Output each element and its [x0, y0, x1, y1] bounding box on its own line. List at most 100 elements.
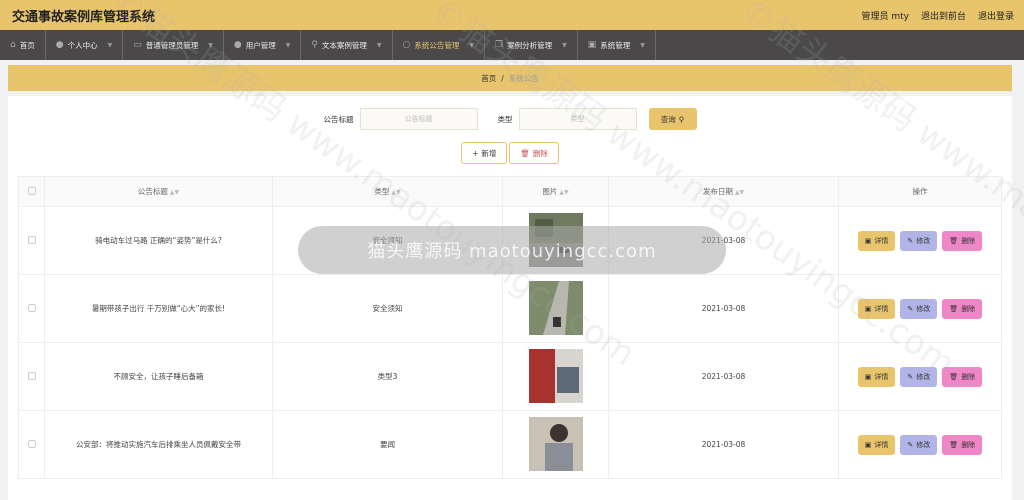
search-bar: 公告标题 公告标题 类型 类型 查询 ⚲ — [8, 108, 1012, 130]
delete-label: 删除 — [532, 148, 548, 158]
add-label: 新增 — [481, 148, 497, 158]
nav-label: 用户管理 — [245, 40, 276, 50]
delete-button[interactable]: 🗑 删除 — [942, 230, 983, 251]
trash-icon: 🗑 — [949, 304, 959, 313]
trash-icon: 🗑 — [520, 148, 530, 158]
action-bar: + 新增 🗑 删除 — [8, 142, 1012, 164]
table-row: 暑期带孩子出行 千万别做“心大”的家长! 安全须知 2021-03-08 ▣ 详情… — [18, 274, 1002, 343]
delete-button[interactable]: 🗑 删除 — [942, 434, 983, 455]
nav-personal[interactable]: ● 个人中心 ▼ — [46, 30, 124, 60]
column-header[interactable]: 类型 ▲▼ — [272, 176, 503, 207]
nav-label: 系统管理 — [600, 40, 631, 50]
type-search-input[interactable]: 类型 — [518, 108, 637, 130]
row-type: 安全须知 — [272, 274, 503, 343]
clock-icon: ○ — [402, 40, 411, 50]
user-icon: ● — [233, 40, 242, 50]
content-panel: 公告标题 公告标题 类型 类型 查询 ⚲ + 新增 🗑 删除 公告标题 ▲▼ 类型 ▲▼ … — [8, 96, 1012, 500]
table-row: 不顾安全，让孩子睡后备箱 类型3 2021-03-08 ▣ 详情 ✎ 修改 🗑 删除 — [18, 342, 1002, 411]
search-icon: ⚲ — [678, 114, 685, 124]
breadcrumb-current: 系统公告 — [508, 73, 539, 83]
chat-icon: ▭ — [133, 40, 142, 50]
column-header[interactable]: 发布日期 ▲▼ — [608, 176, 839, 207]
title-search-input[interactable]: 公告标题 — [359, 108, 478, 130]
row-checkbox[interactable] — [27, 235, 36, 244]
row-checkbox[interactable] — [27, 439, 36, 448]
main-nav: ⌂ 首页 ● 个人中心 ▼ ▭ 普通管理员管理 ▼ ● 用户管理 ▼ ⚲ 文本案例管理 ▼ ○ 系统… — [0, 30, 1024, 60]
row-title: 不顾安全，让孩子睡后备箱 — [44, 342, 273, 411]
trash-icon: 🗑 — [949, 236, 959, 245]
nav-case-analysis[interactable]: ❐ 案例分析管理 ▼ — [485, 30, 578, 60]
chevron-down-icon: ▼ — [208, 41, 213, 49]
nav-admins[interactable]: ▭ 普通管理员管理 ▼ — [123, 30, 224, 60]
logout-link[interactable]: 退出登录 — [978, 9, 1014, 22]
nav-system[interactable]: ▣ 系统管理 ▼ — [578, 30, 656, 60]
select-all-cell — [18, 176, 45, 207]
detail-button[interactable]: ▣ 详情 — [857, 230, 896, 251]
top-header: 交通事故案例库管理系统 管理员 mty 退出到前台 退出登录 — [0, 0, 1024, 30]
edit-button[interactable]: ✎ 修改 — [900, 230, 938, 251]
row-image — [528, 416, 583, 471]
front-link[interactable]: 退出到前台 — [921, 9, 966, 22]
announcement-table: 公告标题 ▲▼ 类型 ▲▼ 图片 ▲▼ 发布日期 ▲▼ 操作 骑电动车过马路 正确的“姿… — [18, 176, 1002, 479]
pin-icon: ⚲ — [311, 40, 318, 50]
sort-icon: ▲▼ — [169, 189, 180, 196]
sort-icon: ▲▼ — [391, 189, 401, 196]
nav-home[interactable]: ⌂ 首页 — [0, 30, 46, 60]
plus-icon: + — [472, 148, 479, 158]
edit-button[interactable]: ✎ 修改 — [900, 434, 938, 455]
nav-label: 首页 — [19, 40, 35, 50]
nav-label: 普通管理员管理 — [145, 40, 199, 50]
row-date: 2021-03-08 — [608, 274, 839, 343]
detail-button[interactable]: ▣ 详情 — [857, 366, 896, 387]
nav-users[interactable]: ● 用户管理 ▼ — [224, 30, 302, 60]
breadcrumb-separator: / — [501, 73, 504, 83]
row-image — [528, 348, 583, 403]
delete-button[interactable]: 🗑 删除 — [942, 298, 983, 319]
query-button[interactable]: 查询 ⚲ — [648, 108, 697, 130]
row-title: 骑电动车过马路 正确的“姿势”是什么? — [44, 206, 273, 275]
nav-label: 文本案例管理 — [321, 40, 367, 50]
row-date: 2021-03-08 — [608, 410, 839, 479]
nav-announcements[interactable]: ○ 系统公告管理 ▼ — [393, 30, 486, 60]
nav-text-cases[interactable]: ⚲ 文本案例管理 ▼ — [301, 30, 393, 60]
row-checkbox[interactable] — [27, 371, 36, 380]
chevron-down-icon: ▼ — [376, 41, 382, 49]
trash-icon: 🗑 — [949, 372, 959, 381]
table-row: 公安部：将推动实施汽车后排乘坐人员佩戴安全带 要闻 2021-03-08 ▣ 详情… — [18, 410, 1002, 479]
user-icon: ● — [55, 40, 64, 50]
pencil-icon: ✎ — [907, 304, 914, 313]
detail-button[interactable]: ▣ 详情 — [857, 434, 896, 455]
edit-button[interactable]: ✎ 修改 — [900, 298, 938, 319]
trash-icon: 🗑 — [949, 440, 959, 449]
detail-button[interactable]: ▣ 详情 — [857, 298, 896, 319]
doc-icon: ▣ — [864, 440, 872, 449]
select-all-checkbox[interactable] — [27, 186, 36, 195]
nav-label: 案例分析管理 — [507, 40, 553, 50]
row-title: 公安部：将推动实施汽车后排乘坐人员佩戴安全带 — [44, 410, 273, 479]
pencil-icon: ✎ — [907, 440, 914, 449]
column-header[interactable]: 公告标题 ▲▼ — [44, 176, 273, 207]
row-type: 类型3 — [272, 342, 503, 411]
column-header[interactable]: 图片 ▲▼ — [502, 176, 609, 207]
batch-delete-button[interactable]: 🗑 删除 — [509, 142, 559, 164]
breadcrumb-home[interactable]: 首页 — [481, 73, 496, 84]
doc-icon: ▣ — [864, 372, 872, 381]
add-button[interactable]: + 新增 — [461, 142, 508, 164]
chevron-down-icon: ▼ — [562, 41, 567, 49]
row-checkbox[interactable] — [27, 303, 36, 312]
copy-icon: ❐ — [495, 40, 504, 50]
delete-button[interactable]: 🗑 删除 — [942, 366, 983, 387]
row-type: 要闻 — [272, 410, 503, 479]
chevron-down-icon: ▼ — [107, 41, 113, 49]
sort-icon: ▲▼ — [559, 189, 569, 196]
app-title: 交通事故案例库管理系统 — [12, 9, 156, 25]
nav-label: 系统公告管理 — [414, 40, 460, 50]
edit-button[interactable]: ✎ 修改 — [900, 366, 938, 387]
monitor-icon: ▣ — [587, 40, 597, 50]
column-header: 操作 — [838, 176, 1002, 207]
watermark-banner: 猫头鹰源码 maotouyingcc.com — [298, 226, 726, 274]
type-label: 类型 — [497, 114, 513, 124]
row-date: 2021-03-08 — [608, 342, 839, 411]
query-label: 查询 — [660, 114, 676, 124]
doc-icon: ▣ — [864, 236, 872, 245]
